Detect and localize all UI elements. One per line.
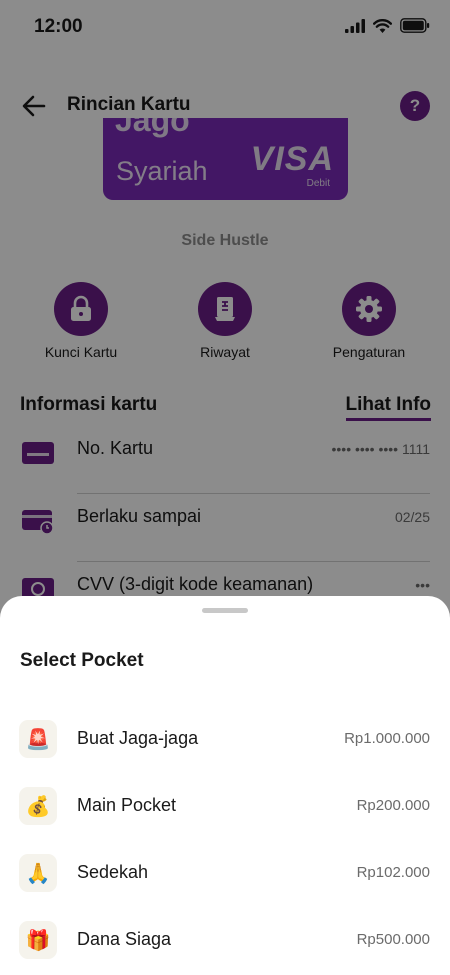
pocket-item[interactable]: 🎁 Dana Siaga Rp500.000 <box>0 917 450 975</box>
pocket-amount: Rp1.000.000 <box>344 730 430 747</box>
pocket-name: Dana Siaga <box>77 929 172 949</box>
pocket-amount: Rp500.000 <box>356 931 430 948</box>
select-pocket-sheet: Select Pocket 🚨 Buat Jaga-jaga Rp1.000.0… <box>0 596 450 975</box>
gift-money-icon: 🎁 <box>19 921 57 959</box>
sheet-title: Select Pocket <box>20 650 144 671</box>
pocket-item[interactable]: 💰 Main Pocket Rp200.000 <box>0 783 450 843</box>
pocket-item[interactable]: 🙏 Sedekah Rp102.000 <box>0 850 450 910</box>
sheet-drag-handle[interactable] <box>202 608 248 613</box>
pocket-name: Main Pocket <box>77 795 177 815</box>
pocket-name: Sedekah <box>77 862 149 882</box>
praying-hands-icon: 🙏 <box>19 854 57 892</box>
pocket-amount: Rp200.000 <box>356 797 430 814</box>
money-bag-icon: 💰 <box>19 787 57 825</box>
pocket-amount: Rp102.000 <box>356 864 430 881</box>
card-detail-screen: 12:00 Rincian Kartu ? Jago Syariah VISA … <box>0 0 450 975</box>
pocket-item[interactable]: 🚨 Buat Jaga-jaga Rp1.000.000 <box>0 716 450 776</box>
siren-icon: 🚨 <box>19 720 57 758</box>
pocket-name: Buat Jaga-jaga <box>77 728 199 748</box>
